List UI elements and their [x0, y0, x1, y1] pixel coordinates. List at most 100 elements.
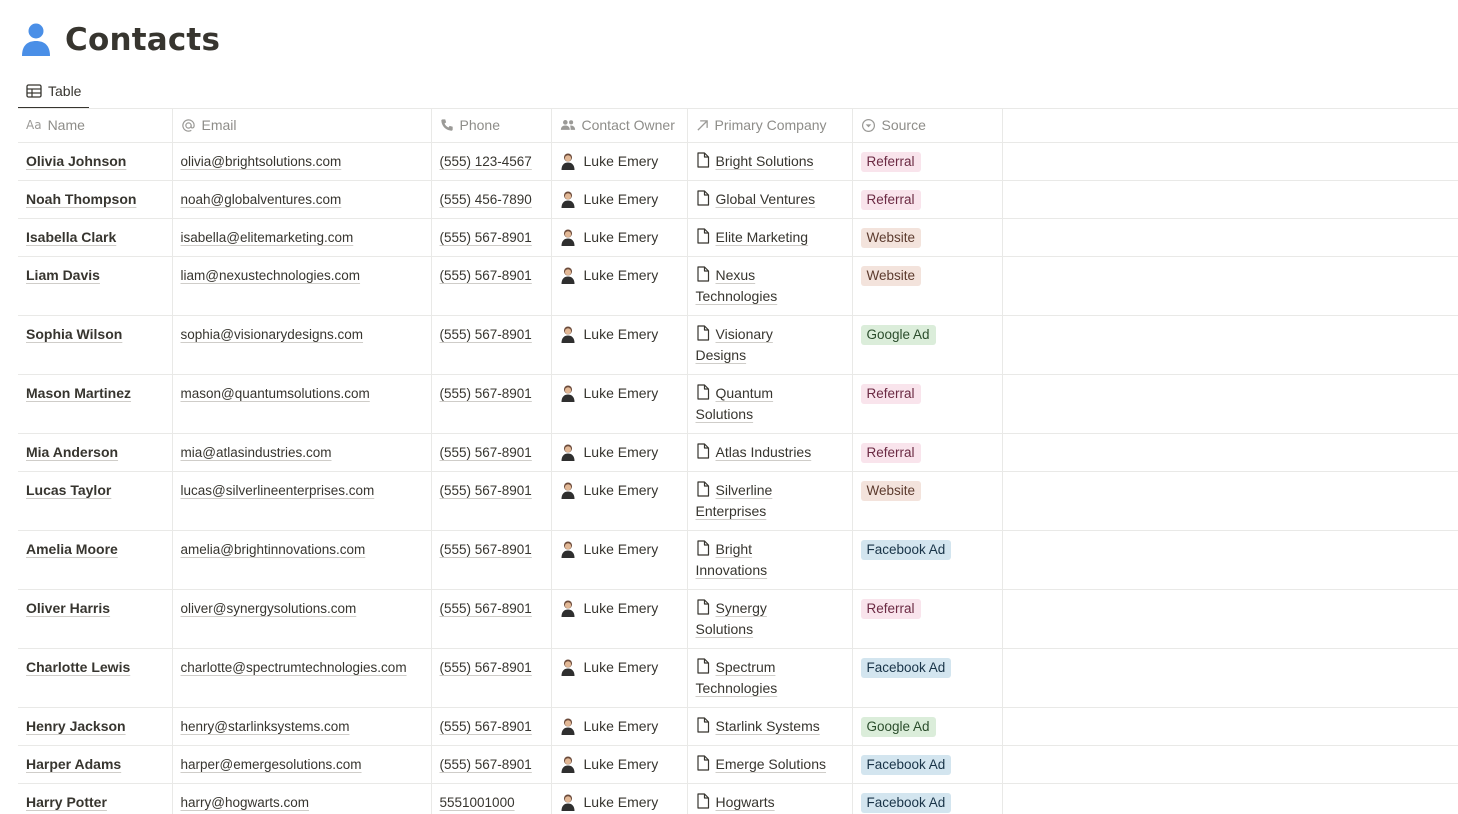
cell-owner[interactable]: Luke Emery	[551, 648, 688, 708]
cell-source[interactable]: Website	[852, 218, 1003, 257]
email-link[interactable]: noah@globalventures.com	[181, 192, 342, 207]
phone-link[interactable]: (555) 567-8901	[440, 483, 532, 498]
cell-email[interactable]: olivia@brightsolutions.com	[172, 142, 432, 181]
email-link[interactable]: olivia@brightsolutions.com	[181, 154, 342, 169]
company-link[interactable]: Atlas Industries	[696, 442, 811, 460]
cell-name[interactable]: Olivia Johnson	[18, 142, 173, 181]
column-header-name[interactable]: Aa Name	[18, 109, 173, 143]
cell-source[interactable]: Facebook Ad	[852, 530, 1003, 590]
company-link[interactable]: Bright Solutions	[696, 151, 814, 169]
cell-company[interactable]: Synergy Solutions	[687, 589, 853, 649]
phone-link[interactable]: (555) 567-8901	[440, 327, 532, 342]
cell-email[interactable]: oliver@synergysolutions.com	[172, 589, 432, 649]
cell-source[interactable]: Referral	[852, 374, 1003, 434]
company-link[interactable]: Bright Innovations	[696, 539, 767, 578]
cell-owner[interactable]: Luke Emery	[551, 433, 688, 472]
cell-owner[interactable]: Luke Emery	[551, 180, 688, 219]
cell-email[interactable]: harper@emergesolutions.com	[172, 745, 432, 784]
cell-name[interactable]: Mason Martinez	[18, 374, 173, 434]
column-header-owner[interactable]: Contact Owner	[551, 109, 688, 143]
cell-name[interactable]: Lucas Taylor	[18, 471, 173, 531]
cell-phone[interactable]: (555) 567-8901	[431, 530, 552, 590]
email-link[interactable]: mason@quantumsolutions.com	[181, 386, 370, 401]
company-link[interactable]: Silverline Enterprises	[696, 480, 772, 519]
cell-phone[interactable]: (555) 567-8901	[431, 374, 552, 434]
table-row[interactable]: Charlotte Lewis charlotte@spectrumtechnol…	[18, 648, 1458, 708]
email-link[interactable]: liam@nexustechnologies.com	[181, 268, 361, 283]
table-row[interactable]: Sophia Wilson sophia@visionarydesigns.com…	[18, 315, 1458, 375]
cell-name[interactable]: Henry Jackson	[18, 707, 173, 746]
company-link[interactable]: Quantum Solutions	[696, 383, 773, 422]
cell-source[interactable]: Facebook Ad	[852, 648, 1003, 708]
table-row[interactable]: Mason Martinez mason@quantumsolutions.com…	[18, 374, 1458, 434]
cell-company[interactable]: Quantum Solutions	[687, 374, 853, 434]
cell-name[interactable]: Mia Anderson	[18, 433, 173, 472]
email-link[interactable]: lucas@silverlineenterprises.com	[181, 483, 375, 498]
cell-phone[interactable]: (555) 456-7890	[431, 180, 552, 219]
cell-email[interactable]: henry@starlinksystems.com	[172, 707, 432, 746]
cell-source[interactable]: Facebook Ad	[852, 783, 1003, 814]
table-row[interactable]: Olivia Johnson olivia@brightsolutions.com…	[18, 142, 1458, 181]
company-link[interactable]: Starlink Systems	[696, 716, 820, 734]
table-row[interactable]: Henry Jackson henry@starlinksystems.com (5…	[18, 707, 1458, 746]
cell-owner[interactable]: Luke Emery	[551, 745, 688, 784]
cell-company[interactable]: Silverline Enterprises	[687, 471, 853, 531]
cell-email[interactable]: amelia@brightinnovations.com	[172, 530, 432, 590]
cell-company[interactable]: Starlink Systems	[687, 707, 853, 746]
cell-phone[interactable]: (555) 567-8901	[431, 218, 552, 257]
column-header-source[interactable]: Source	[852, 109, 1003, 143]
cell-phone[interactable]: (555) 567-8901	[431, 256, 552, 316]
phone-link[interactable]: (555) 567-8901	[440, 719, 532, 734]
email-link[interactable]: harper@emergesolutions.com	[181, 757, 362, 772]
company-link[interactable]: Hogwarts	[696, 792, 775, 810]
phone-link[interactable]: (555) 567-8901	[440, 386, 532, 401]
cell-source[interactable]: Referral	[852, 180, 1003, 219]
table-row[interactable]: Noah Thompson noah@globalventures.com (555…	[18, 180, 1458, 219]
company-link[interactable]: Spectrum Technologies	[696, 657, 777, 696]
cell-name[interactable]: Liam Davis	[18, 256, 173, 316]
email-link[interactable]: sophia@visionarydesigns.com	[181, 327, 364, 342]
cell-owner[interactable]: Luke Emery	[551, 256, 688, 316]
cell-owner[interactable]: Luke Emery	[551, 142, 688, 181]
cell-company[interactable]: Bright Solutions	[687, 142, 853, 181]
cell-owner[interactable]: Luke Emery	[551, 783, 688, 814]
cell-email[interactable]: mia@atlasindustries.com	[172, 433, 432, 472]
cell-source[interactable]: Facebook Ad	[852, 745, 1003, 784]
company-link[interactable]: Nexus Technologies	[696, 265, 777, 304]
email-link[interactable]: henry@starlinksystems.com	[181, 719, 350, 734]
cell-company[interactable]: Emerge Solutions	[687, 745, 853, 784]
email-link[interactable]: isabella@elitemarketing.com	[181, 230, 354, 245]
cell-company[interactable]: Visionary Designs	[687, 315, 853, 375]
cell-name[interactable]: Noah Thompson	[18, 180, 173, 219]
cell-phone[interactable]: (555) 567-8901	[431, 648, 552, 708]
cell-email[interactable]: noah@globalventures.com	[172, 180, 432, 219]
phone-link[interactable]: (555) 456-7890	[440, 192, 532, 207]
cell-owner[interactable]: Luke Emery	[551, 707, 688, 746]
email-link[interactable]: mia@atlasindustries.com	[181, 445, 332, 460]
cell-source[interactable]: Referral	[852, 433, 1003, 472]
table-row[interactable]: Mia Anderson mia@atlasindustries.com (555)…	[18, 433, 1458, 472]
phone-link[interactable]: (555) 123-4567	[440, 154, 532, 169]
cell-name[interactable]: Oliver Harris	[18, 589, 173, 649]
table-row[interactable]: Harper Adams harper@emergesolutions.com (5…	[18, 745, 1458, 784]
cell-company[interactable]: Spectrum Technologies	[687, 648, 853, 708]
cell-email[interactable]: harry@hogwarts.com	[172, 783, 432, 814]
cell-owner[interactable]: Luke Emery	[551, 530, 688, 590]
cell-owner[interactable]: Luke Emery	[551, 471, 688, 531]
phone-link[interactable]: (555) 567-8901	[440, 757, 532, 772]
cell-owner[interactable]: Luke Emery	[551, 374, 688, 434]
cell-company[interactable]: Elite Marketing	[687, 218, 853, 257]
column-header-company[interactable]: Primary Company	[687, 109, 853, 143]
cell-phone[interactable]: (555) 567-8901	[431, 589, 552, 649]
cell-email[interactable]: lucas@silverlineenterprises.com	[172, 471, 432, 531]
email-link[interactable]: charlotte@spectrumtechnologies.com	[181, 660, 407, 675]
cell-email[interactable]: liam@nexustechnologies.com	[172, 256, 432, 316]
cell-source[interactable]: Google Ad	[852, 315, 1003, 375]
table-row[interactable]: Isabella Clark isabella@elitemarketing.co…	[18, 218, 1458, 257]
cell-phone[interactable]: 5551001000	[431, 783, 552, 814]
cell-phone[interactable]: (555) 567-8901	[431, 745, 552, 784]
cell-phone[interactable]: (555) 567-8901	[431, 471, 552, 531]
cell-name[interactable]: Harry Potter	[18, 783, 173, 814]
company-link[interactable]: Visionary Designs	[696, 324, 773, 363]
cell-email[interactable]: sophia@visionarydesigns.com	[172, 315, 432, 375]
